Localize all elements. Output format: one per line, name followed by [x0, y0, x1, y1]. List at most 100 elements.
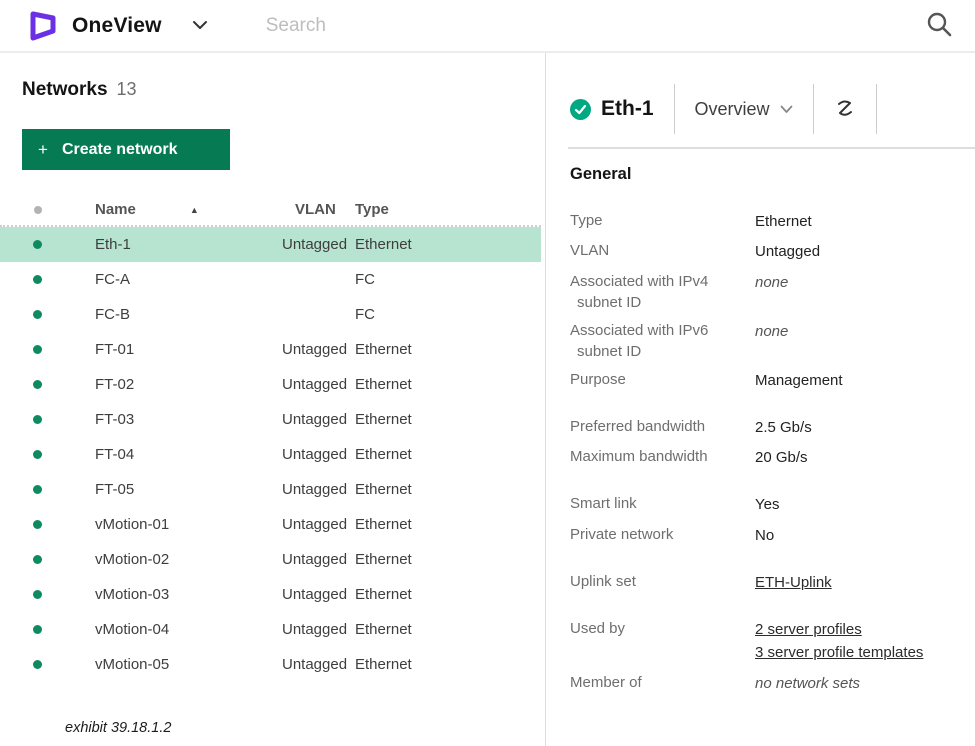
table-row[interactable]: FT-02 Untagged Ethernet — [0, 367, 541, 402]
field-value-text: Management — [755, 371, 843, 389]
table-row[interactable]: Eth-1 Untagged Ethernet — [0, 227, 541, 262]
view-selector-dropdown[interactable]: Overview — [695, 99, 793, 120]
type-cell: Ethernet — [355, 376, 412, 393]
field-value-link[interactable]: ETH-Uplink — [755, 571, 832, 594]
field-value-link[interactable]: 3 server profile templates — [755, 641, 923, 664]
column-header-name[interactable]: Name — [95, 201, 136, 218]
vlan-cell: Untagged — [282, 621, 348, 638]
top-bar: OneView — [0, 0, 975, 53]
vlan-cell: Untagged — [282, 656, 348, 673]
field-value-text: no network sets — [755, 674, 861, 692]
status-ok-dot-icon — [33, 485, 42, 494]
field-row: Associated with IPv6 subnet ID none — [570, 320, 975, 362]
table-row[interactable]: vMotion-05 Untagged Ethernet — [0, 647, 541, 682]
table-row[interactable]: vMotion-01 Untagged Ethernet — [0, 507, 541, 542]
status-ok-dot-icon — [33, 625, 42, 634]
vlan-cell: Untagged — [282, 376, 348, 393]
table-row[interactable]: vMotion-02 Untagged Ethernet — [0, 542, 541, 577]
field-row: Used by 2 server profiles 3 server profile… — [570, 618, 975, 665]
field-label: Private network — [570, 525, 674, 543]
status-ok-dot-icon — [33, 450, 42, 459]
field-value: Ethernet — [755, 210, 812, 233]
status-ok-dot-icon — [33, 660, 42, 669]
table-row[interactable]: FC-B FC — [0, 297, 541, 332]
vlan-cell: Untagged — [282, 411, 348, 428]
type-cell: Ethernet — [355, 621, 412, 638]
field-value-text: 20 Gb/s — [755, 449, 808, 466]
status-ok-dot-icon — [33, 555, 42, 564]
field-label: Uplink set — [570, 572, 636, 590]
resource-name: Eth-1 — [601, 97, 654, 120]
search-input[interactable] — [265, 14, 826, 37]
network-name-cell: FC-A — [95, 271, 130, 288]
field-label: Type — [570, 212, 603, 229]
table-row[interactable]: FT-03 Untagged Ethernet — [0, 402, 541, 437]
vlan-cell: Untagged — [282, 236, 348, 253]
field-row: Purpose Management — [570, 369, 975, 392]
plus-icon: + — [38, 139, 48, 159]
column-header-vlan[interactable]: VLAN — [262, 201, 355, 218]
column-header-type[interactable]: Type — [355, 201, 541, 218]
field-label: VLAN — [570, 242, 610, 260]
activity-flyout-button[interactable] — [834, 98, 856, 121]
divider — [812, 84, 814, 134]
main-content: Networks 13 + Create network Name ▲ VLAN… — [0, 53, 975, 746]
field-row: Associated with IPv4 subnet ID none — [570, 271, 975, 313]
type-cell: Ethernet — [355, 656, 412, 673]
oneview-logo-icon — [26, 9, 60, 43]
field-value: none — [755, 271, 788, 313]
type-cell: FC — [355, 306, 375, 323]
table-row[interactable]: FC-A FC — [0, 262, 541, 297]
type-cell: Ethernet — [355, 516, 412, 533]
divider — [673, 84, 675, 134]
status-ok-icon — [570, 98, 591, 120]
field-value: no network sets — [755, 672, 860, 695]
create-network-button[interactable]: + Create network — [22, 129, 230, 170]
app-title: OneView — [72, 13, 162, 37]
field-row: Maximum bandwidth 20 Gb/s — [570, 446, 975, 469]
page-title: Networks — [22, 79, 108, 100]
vlan-cell: Untagged — [282, 516, 348, 533]
table-row[interactable]: vMotion-03 Untagged Ethernet — [0, 577, 541, 612]
status-ok-dot-icon — [33, 275, 42, 284]
app-menu-chevron-down-icon[interactable] — [192, 17, 208, 35]
status-ok-dot-icon — [33, 520, 42, 529]
networks-table: Name ▲ VLAN Type Eth-1 Untagged Ethernet… — [0, 194, 541, 682]
details-header: Eth-1 Overview — [570, 71, 975, 147]
vlan-cell: Untagged — [282, 341, 348, 358]
field-value-link[interactable]: 2 server profiles — [755, 618, 923, 641]
table-row[interactable]: FT-01 Untagged Ethernet — [0, 332, 541, 367]
field-label: Purpose — [570, 370, 626, 388]
type-cell: Ethernet — [355, 481, 412, 498]
type-cell: FC — [355, 271, 375, 288]
field-label: Maximum bandwidth — [570, 448, 708, 465]
table-body: Eth-1 Untagged Ethernet FC-A FC FC-B FC … — [0, 227, 541, 682]
status-ok-dot-icon — [33, 345, 42, 354]
table-row[interactable]: vMotion-04 Untagged Ethernet — [0, 612, 541, 647]
network-name-cell: FT-05 — [95, 481, 135, 498]
field-row: Smart link Yes — [570, 493, 975, 516]
status-column-icon — [33, 205, 42, 214]
search-button[interactable] — [923, 8, 955, 43]
networks-count: 13 — [116, 79, 137, 99]
section-divider — [568, 147, 975, 149]
field-group: Smart link Yes Private network No — [570, 493, 975, 547]
vlan-cell: Untagged — [282, 551, 348, 568]
table-row[interactable]: FT-04 Untagged Ethernet — [0, 437, 541, 472]
field-value: none — [755, 320, 788, 362]
field-value-text: No — [755, 526, 775, 544]
field-label: Smart link — [570, 495, 637, 513]
table-row[interactable]: FT-05 Untagged Ethernet — [0, 472, 541, 507]
field-value-text: 2.5 Gb/s — [755, 418, 812, 436]
status-ok-dot-icon — [33, 240, 42, 249]
network-name-cell: vMotion-04 — [95, 621, 170, 638]
field-value-text: Untagged — [755, 243, 821, 261]
field-value: 2 server profiles 3 server profile templa… — [755, 618, 923, 665]
field-group: Type Ethernet VLAN Untagged Associated with … — [570, 210, 975, 392]
field-value-text: Ethernet — [755, 213, 812, 230]
field-label: Associated with IPv4 subnet ID — [570, 272, 709, 311]
field-value: Management — [755, 369, 843, 392]
exhibit-caption: exhibit 39.18.1.2 — [65, 720, 172, 736]
search-icon — [925, 12, 953, 41]
field-group: Used by 2 server profiles 3 server profile… — [570, 618, 975, 695]
